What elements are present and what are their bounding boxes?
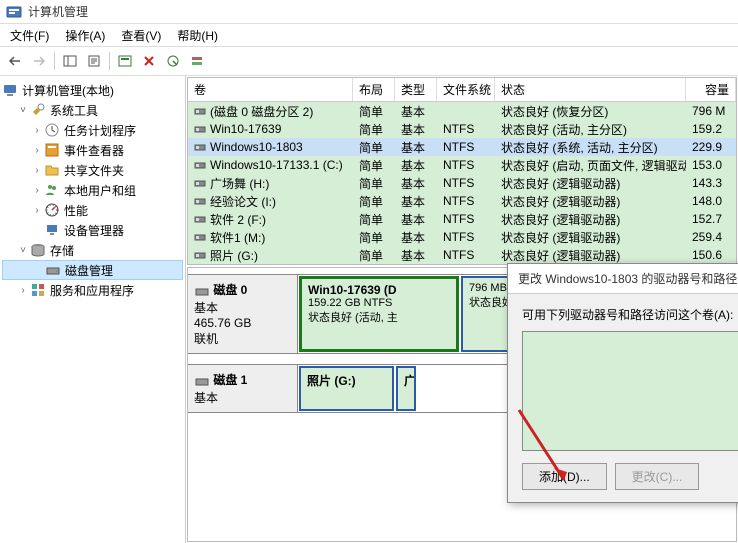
change-button[interactable]: 更改(C)...: [615, 463, 700, 490]
clock-icon: [44, 122, 60, 138]
tools-icon: [30, 102, 46, 118]
tree-services-apps[interactable]: › 服务和应用程序: [2, 280, 183, 300]
tree-shared-folders[interactable]: › 共享文件夹: [2, 160, 183, 180]
menu-view[interactable]: 查看(V): [113, 25, 169, 46]
col-status[interactable]: 状态: [495, 78, 686, 101]
delete-button[interactable]: [138, 50, 160, 72]
volume-row[interactable]: 软件1 (M:)简单基本NTFS状态良好 (逻辑驱动器)259.4: [188, 228, 736, 246]
help-button[interactable]: [162, 50, 184, 72]
properties-button[interactable]: [83, 50, 105, 72]
nav-back-button[interactable]: [4, 50, 26, 72]
app-icon: [6, 4, 22, 20]
expand-icon[interactable]: ›: [30, 165, 44, 176]
col-volume[interactable]: 卷: [188, 78, 353, 101]
disk-info[interactable]: 磁盘 0 基本 465.76 GB 联机: [188, 275, 298, 353]
event-icon: [44, 142, 60, 158]
storage-icon: [30, 242, 46, 258]
partition-box[interactable]: 照片 (G:): [299, 366, 394, 411]
collapse-icon[interactable]: ˅: [16, 245, 30, 256]
volume-icon: [194, 177, 206, 189]
col-layout[interactable]: 布局: [353, 78, 395, 101]
services-icon: [30, 282, 46, 298]
tree-storage[interactable]: ˅ 存储: [2, 240, 183, 260]
toolbar: [0, 46, 738, 76]
menu-file[interactable]: 文件(F): [2, 25, 57, 46]
tree-performance[interactable]: › 性能: [2, 200, 183, 220]
refresh-button[interactable]: [114, 50, 136, 72]
expand-icon[interactable]: ›: [30, 185, 44, 196]
volume-list-body: (磁盘 0 磁盘分区 2)简单基本状态良好 (恢复分区)796 MWin10-1…: [188, 102, 736, 264]
expand-icon[interactable]: ›: [30, 125, 44, 136]
dialog-buttons: 添加(D)... 更改(C)...: [522, 463, 738, 490]
tree-disk-management[interactable]: 磁盘管理: [2, 260, 183, 280]
volume-row[interactable]: (磁盘 0 磁盘分区 2)简单基本状态良好 (恢复分区)796 M: [188, 102, 736, 120]
menu-help[interactable]: 帮助(H): [169, 25, 226, 46]
tree-pane: 计算机管理(本地) ˅ 系统工具 › 任务计划程序 › 事件查看器 › 共享文件…: [0, 76, 186, 543]
performance-icon: [44, 202, 60, 218]
tree-event-viewer[interactable]: › 事件查看器: [2, 140, 183, 160]
tree-system-tools[interactable]: ˅ 系统工具: [2, 100, 183, 120]
nav-forward-button[interactable]: [28, 50, 50, 72]
view-list-button[interactable]: [186, 50, 208, 72]
disk-icon: [194, 373, 210, 389]
dialog-body: 可用下列驱动器号和路径访问这个卷(A): 添加(D)... 更改(C)...: [508, 294, 738, 502]
col-type[interactable]: 类型: [395, 78, 437, 101]
volume-icon: [194, 249, 206, 261]
col-capacity[interactable]: 容量: [686, 78, 736, 101]
disk-icon: [45, 262, 61, 278]
collapse-icon[interactable]: ˅: [16, 105, 30, 116]
volume-icon: [194, 141, 206, 153]
window-title: 计算机管理: [28, 3, 88, 20]
volume-row[interactable]: 照片 (G:)简单基本NTFS状态良好 (逻辑驱动器)150.6: [188, 246, 736, 264]
volume-icon: [194, 105, 206, 117]
volume-icon: [194, 231, 206, 243]
partition-box[interactable]: Win10-17639 (D159.22 GB NTFS状态良好 (活动, 主: [299, 276, 459, 352]
expand-icon[interactable]: ›: [30, 205, 44, 216]
change-drive-letter-dialog: 更改 Windows10-1803 的驱动器号和路径 可用下列驱动器号和路径访问…: [507, 263, 738, 503]
expand-icon[interactable]: ›: [16, 285, 30, 296]
volume-icon: [194, 213, 206, 225]
volume-row[interactable]: Windows10-17133.1 (C:)简单基本NTFS状态良好 (启动, …: [188, 156, 736, 174]
volume-row[interactable]: 经验论文 (I:)简单基本NTFS状态良好 (逻辑驱动器)148.0: [188, 192, 736, 210]
menu-action[interactable]: 操作(A): [57, 25, 113, 46]
disk-info[interactable]: 磁盘 1 基本: [188, 365, 298, 412]
users-icon: [44, 182, 60, 198]
expand-icon[interactable]: ›: [30, 145, 44, 156]
volume-row[interactable]: 广场舞 (H:)简单基本NTFS状态良好 (逻辑驱动器)143.3: [188, 174, 736, 192]
device-icon: [44, 222, 60, 238]
tree-task-scheduler[interactable]: › 任务计划程序: [2, 120, 183, 140]
window-titlebar: 计算机管理: [0, 0, 738, 24]
volume-icon: [194, 123, 206, 135]
partition-box[interactable]: 广: [396, 366, 416, 411]
volume-list-header: 卷 布局 类型 文件系统 状态 容量: [188, 78, 736, 102]
tree-local-users[interactable]: › 本地用户和组: [2, 180, 183, 200]
volume-row[interactable]: 软件 2 (F:)简单基本NTFS状态良好 (逻辑驱动器)152.7: [188, 210, 736, 228]
volume-list: 卷 布局 类型 文件系统 状态 容量 (磁盘 0 磁盘分区 2)简单基本状态良好…: [187, 77, 737, 265]
disk-icon: [194, 283, 210, 299]
tree-root[interactable]: 计算机管理(本地): [2, 80, 183, 100]
show-pane-button[interactable]: [59, 50, 81, 72]
dialog-listbox[interactable]: [522, 331, 738, 451]
menubar: 文件(F) 操作(A) 查看(V) 帮助(H): [0, 24, 738, 46]
volume-icon: [194, 159, 206, 171]
volume-icon: [194, 195, 206, 207]
dialog-title: 更改 Windows10-1803 的驱动器号和路径: [508, 264, 738, 294]
dialog-text: 可用下列驱动器号和路径访问这个卷(A):: [522, 306, 738, 323]
volume-row[interactable]: Windows10-1803简单基本NTFS状态良好 (系统, 活动, 主分区)…: [188, 138, 736, 156]
add-button[interactable]: 添加(D)...: [522, 463, 607, 490]
toolbar-separator: [109, 52, 110, 70]
tree-device-manager[interactable]: 设备管理器: [2, 220, 183, 240]
volume-row[interactable]: Win10-17639简单基本NTFS状态良好 (活动, 主分区)159.2: [188, 120, 736, 138]
computer-icon: [2, 82, 18, 98]
folder-icon: [44, 162, 60, 178]
toolbar-separator: [54, 52, 55, 70]
col-fs[interactable]: 文件系统: [437, 78, 495, 101]
